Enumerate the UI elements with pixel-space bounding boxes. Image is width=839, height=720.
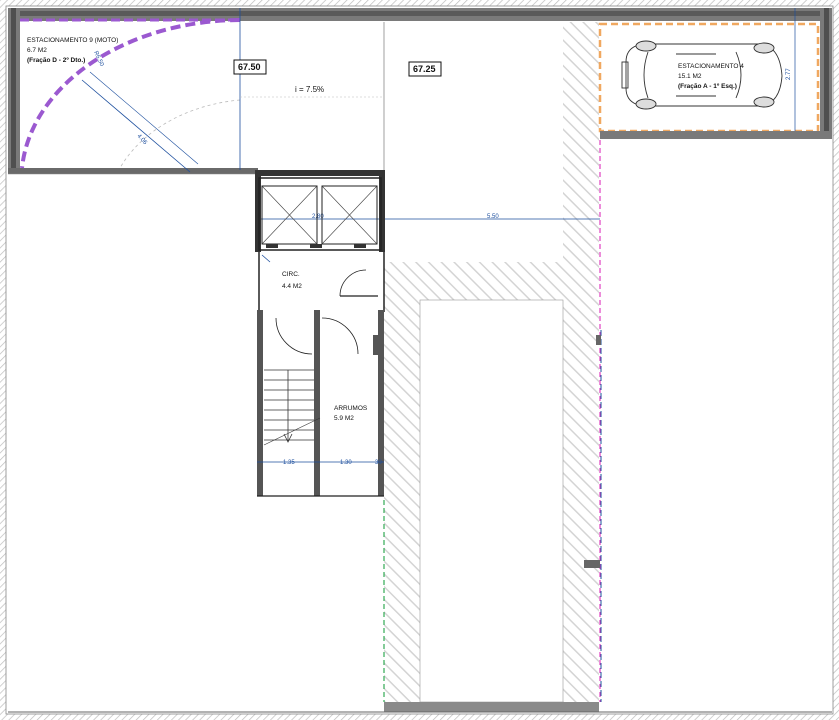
dim-storage-width: 1.30 (340, 460, 352, 466)
level-left-text: 67.50 (238, 62, 261, 72)
ramp-slope-label: i = 7.5% (295, 85, 324, 94)
moto-parking-area: 6.7 M2 (27, 47, 47, 54)
storage-area: 5.9 M2 (334, 415, 354, 422)
car-parking-fraction: (Fração A - 1º Esq.) (678, 83, 737, 90)
car-dim-depth: 2.77 (786, 68, 792, 80)
moto-parking-title: ESTACIONAMENTO 9 (MOTO) (27, 37, 118, 44)
circulation-name: CIRC. (282, 271, 300, 278)
circulation-area: 4.4 M2 (282, 283, 302, 290)
floor-plan-drawing: ESTACIONAMENTO 9 (MOTO) 6.7 M2 (Fração D… (0, 0, 839, 720)
level-marker-right: 67.25 (408, 61, 442, 77)
dim-corridor-width: 5.50 (487, 214, 499, 220)
level-right-text: 67.25 (413, 64, 436, 74)
level-marker-left: 67.50 (233, 59, 267, 75)
car-parking-area: 15.1 M2 (678, 73, 702, 80)
moto-parking-fraction: (Fração D - 2º Dto.) (27, 57, 85, 64)
ramp-wall-hatch (563, 22, 599, 262)
dim-stair-width: 1.35 (283, 460, 295, 466)
car-parking-title: ESTACIONAMENTO 4 (678, 63, 744, 70)
storage-name: ARRUMOS (334, 405, 368, 412)
dim-wall-width: 30 (375, 460, 382, 466)
